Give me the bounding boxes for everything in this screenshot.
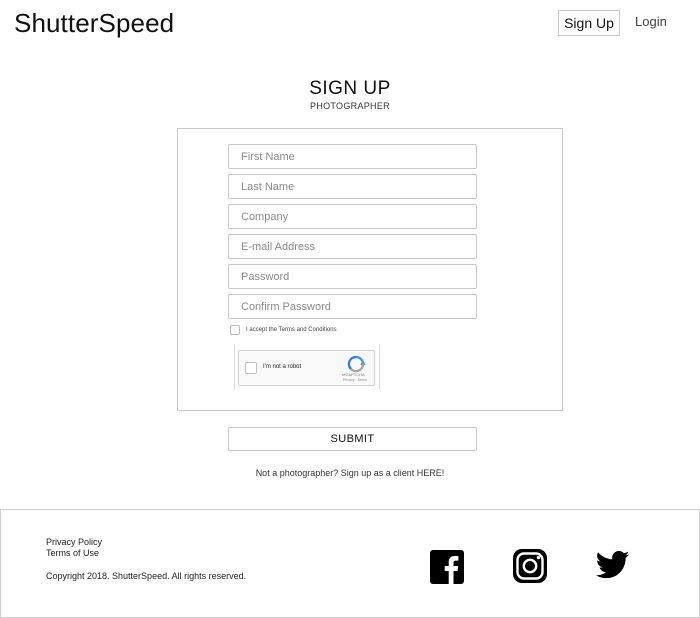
recaptcha-checkbox[interactable] xyxy=(245,362,257,374)
password-field[interactable] xyxy=(228,264,477,289)
privacy-policy-link[interactable]: Privacy Policy xyxy=(46,537,102,547)
confirm-password-field[interactable] xyxy=(228,294,477,319)
signup-nav-button[interactable]: Sign Up xyxy=(558,10,620,36)
first-name-field[interactable] xyxy=(228,144,477,169)
twitter-icon[interactable] xyxy=(596,550,630,580)
recaptcha-links[interactable]: Privacy - Terms xyxy=(343,378,367,382)
terms-of-use-link[interactable]: Terms of Use xyxy=(46,548,99,558)
page-title: SIGN UP xyxy=(309,78,391,99)
recaptcha-widget: I'm not a robot reCAPTCHA Privacy - Term… xyxy=(238,350,375,386)
instagram-icon[interactable] xyxy=(512,548,548,584)
recaptcha-label: I'm not a robot xyxy=(263,364,302,370)
terms-checkbox[interactable] xyxy=(230,325,240,335)
recaptcha-logo-icon xyxy=(346,355,366,373)
copyright-text: Copyright 2018. ShutterSpeed. All rights… xyxy=(46,571,247,581)
footer: Privacy Policy Terms of Use Copyright 20… xyxy=(0,509,700,618)
brand-logo[interactable]: ShutterSpeed xyxy=(14,8,174,39)
client-signup-link[interactable]: Not a photographer? Sign up as a client … xyxy=(0,468,700,478)
company-field[interactable] xyxy=(228,204,477,229)
page-subtitle: PHOTOGRAPHER xyxy=(310,101,390,111)
facebook-icon[interactable] xyxy=(429,549,465,585)
last-name-field[interactable] xyxy=(228,174,477,199)
signup-page: ShutterSpeed Sign Up Login SIGN UP PHOTO… xyxy=(0,0,700,618)
login-nav-link[interactable]: Login xyxy=(635,14,667,29)
recaptcha-brand: reCAPTCHA xyxy=(342,372,365,377)
email-field[interactable] xyxy=(228,234,477,259)
terms-label[interactable]: I accept the Terms and Conditions xyxy=(246,327,337,333)
submit-button[interactable]: SUBMIT xyxy=(228,427,477,451)
